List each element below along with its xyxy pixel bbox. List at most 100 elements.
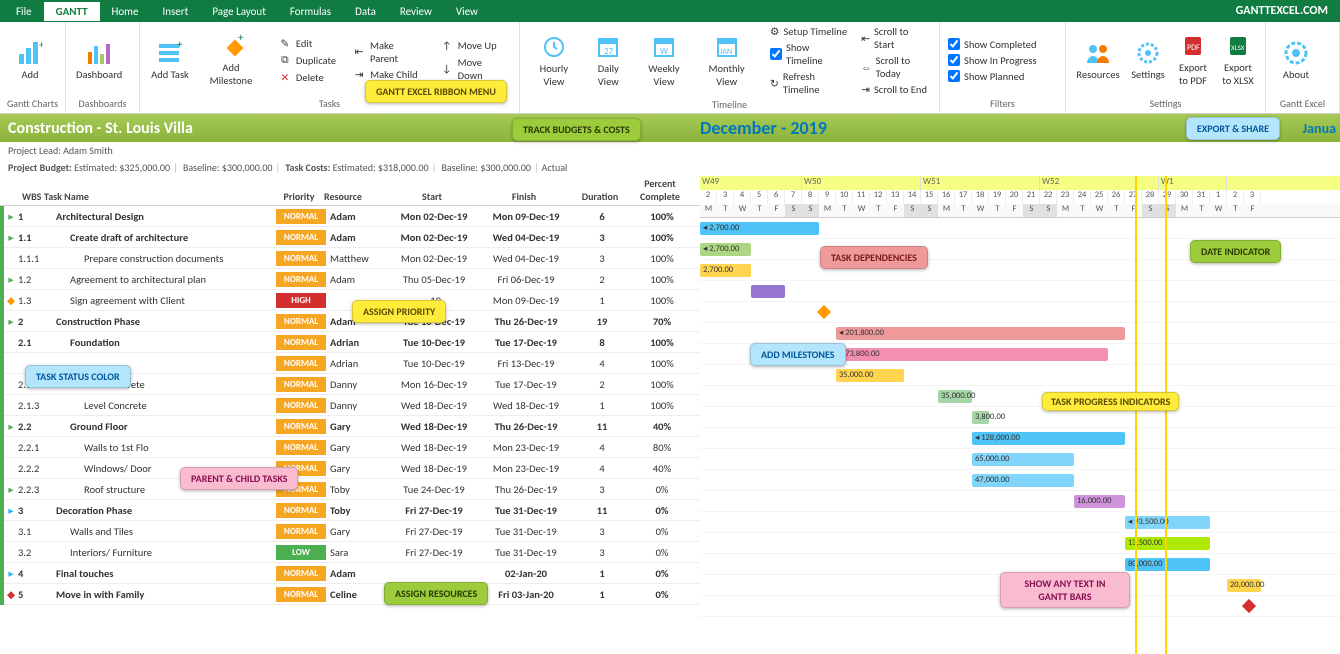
gantt-row: 16,000.00 xyxy=(700,491,1340,512)
menu-tab-file[interactable]: File xyxy=(4,2,44,21)
milestone-diamond[interactable] xyxy=(1242,599,1256,613)
make-parent-button[interactable]: ⇤Make Parent xyxy=(348,38,428,66)
scroll-today-button[interactable]: ⇔Scroll to Today xyxy=(859,53,933,81)
row-marker: ▸ xyxy=(4,210,18,223)
move-up-button[interactable]: ↑Move Up xyxy=(436,38,513,54)
svg-text:+: + xyxy=(177,40,183,51)
task-row[interactable]: ▸ 2.2.3 Roof structure NORMAL Toby Tue 2… xyxy=(0,479,700,500)
priority-badge: NORMAL xyxy=(276,335,326,350)
add-chart-button[interactable]: +Add xyxy=(6,24,54,96)
task-row[interactable]: ▸ 1.2 Agreement to architectural plan NO… xyxy=(0,269,700,290)
settings-button[interactable]: Settings xyxy=(1126,24,1170,96)
add-task-button[interactable]: +Add Task xyxy=(146,24,194,96)
gantt-bar[interactable]: 20,000.00 xyxy=(1227,579,1261,592)
task-row[interactable]: ◆ 1.3 Sign agreement with Client HIGH -1… xyxy=(0,290,700,311)
gantt-bar[interactable]: 35,000.00 xyxy=(836,369,904,382)
svg-text:W: W xyxy=(660,46,668,57)
export-pdf-button[interactable]: PDFExport to PDF xyxy=(1172,24,1214,96)
arrow-down-icon: ↓ xyxy=(440,62,454,76)
pencil-icon: ✎ xyxy=(278,36,292,50)
gantt-bar[interactable]: 13,500.00 xyxy=(1125,537,1210,550)
task-row[interactable]: 3.2 Interiors/ Furniture LOW Sara Fri 27… xyxy=(0,542,700,563)
task-row[interactable]: ▸ 1 Architectural Design NORMAL Adam Mon… xyxy=(0,206,700,227)
gantt-bar[interactable]: 2,700.00 xyxy=(700,264,751,277)
monthly-view-button[interactable]: JANMonthly View xyxy=(695,24,758,97)
callout-resources: ASSIGN RESOURCES xyxy=(384,582,488,605)
menu-tab-gantt[interactable]: GANTT xyxy=(44,2,100,21)
priority-badge: HIGH xyxy=(276,293,326,308)
gantt-bar[interactable]: 3,800.00 xyxy=(972,411,989,424)
gantt-bar[interactable]: 80,000.00 xyxy=(1125,558,1210,571)
task-row[interactable]: ▸ 1.1 Create draft of architecture NORMA… xyxy=(0,227,700,248)
gantt-bar[interactable]: 16,000.00 xyxy=(1074,495,1125,508)
priority-badge: NORMAL xyxy=(276,440,326,455)
gantt-bar[interactable]: ◂ 2,700.00 xyxy=(700,222,819,235)
scroll-end-button[interactable]: ⇥Scroll to End xyxy=(859,82,933,97)
menu-tab-formulas[interactable]: Formulas xyxy=(278,2,343,21)
resources-button[interactable]: Resources xyxy=(1072,24,1124,96)
status-handle xyxy=(0,395,4,416)
svg-text:PDF: PDF xyxy=(1187,43,1200,53)
row-marker: ▸ xyxy=(4,420,18,433)
menu-tab-review[interactable]: Review xyxy=(388,2,444,21)
show-inprogress-check[interactable]: Show In Progress xyxy=(946,53,1039,68)
x-icon: ✕ xyxy=(278,70,292,84)
gantt-bar[interactable]: ◂ 93,500.00 xyxy=(1125,516,1210,529)
gantt-bar[interactable]: 35,000.00 xyxy=(938,390,972,403)
setup-timeline-button[interactable]: ⚙Setup Timeline xyxy=(768,24,849,39)
task-row[interactable]: 2.2.2 Windows/ Door NORMAL Gary Wed 18-D… xyxy=(0,458,700,479)
day-header: 2345678910111213141516171819202122232425… xyxy=(700,190,1340,204)
priority-badge: NORMAL xyxy=(276,230,326,245)
show-timeline-check[interactable]: Show Timeline xyxy=(768,40,849,68)
menu-tab-insert[interactable]: Insert xyxy=(150,2,200,21)
gantt-bar[interactable] xyxy=(751,285,785,298)
ribbon: +Add Gantt Charts Dashboard Dashboards +… xyxy=(0,22,1340,114)
gantt-row: 47,000.00 xyxy=(700,470,1340,491)
task-row[interactable]: 2.1.3 Level Concrete NORMAL Danny Wed 18… xyxy=(0,395,700,416)
refresh-timeline-button[interactable]: ↻Refresh Timeline xyxy=(768,69,849,97)
gantt-row xyxy=(700,281,1340,302)
milestone-diamond[interactable] xyxy=(817,305,831,319)
row-marker: ▸ xyxy=(4,273,18,286)
gantt-bar[interactable]: 65,000.00 xyxy=(972,453,1074,466)
gantt-bar[interactable]: ◂ 128,000.00 xyxy=(972,432,1125,445)
menu-tab-page layout[interactable]: Page Layout xyxy=(200,2,278,21)
gantt-row: ◂ 201,800.00 xyxy=(700,323,1340,344)
gantt-row: ◂ 128,000.00 xyxy=(700,428,1340,449)
dashboard-icon xyxy=(85,39,113,67)
gantt-bar[interactable]: ◂ 73,800.00 xyxy=(836,348,1108,361)
add-milestone-button[interactable]: +Add Milestone xyxy=(196,24,266,96)
edit-button[interactable]: ✎Edit xyxy=(274,35,340,51)
dashboard-button[interactable]: Dashboard xyxy=(72,24,126,96)
task-plus-icon: + xyxy=(156,39,184,67)
menu-tab-view[interactable]: View xyxy=(444,2,490,21)
menu-tab-data[interactable]: Data xyxy=(343,2,388,21)
task-row[interactable]: ▸ 3 Decoration Phase NORMAL Toby Fri 27-… xyxy=(0,500,700,521)
daily-view-button[interactable]: 27Daily View xyxy=(584,24,633,97)
delete-button[interactable]: ✕Delete xyxy=(274,69,340,85)
weekly-view-button[interactable]: WWeekly View xyxy=(635,24,693,97)
task-row[interactable]: ▸ 4 Final touches NORMAL Adam 02-Jan-20 … xyxy=(0,563,700,584)
task-row[interactable]: 3.1 Walls and Tiles NORMAL Gary Fri 27-D… xyxy=(0,521,700,542)
task-row[interactable]: ▸ 2.2 Ground Floor NORMAL Gary Wed 18-De… xyxy=(0,416,700,437)
about-button[interactable]: About xyxy=(1272,24,1320,96)
duplicate-button[interactable]: ⧉Duplicate xyxy=(274,52,340,68)
task-row[interactable]: ▸ 2 Construction Phase NORMAL Adam Tue 1… xyxy=(0,311,700,332)
gantt-bar[interactable]: ◂ 201,800.00 xyxy=(836,327,1125,340)
task-row[interactable]: 1.1.1 Prepare construction documents NOR… xyxy=(0,248,700,269)
hourly-view-button[interactable]: Hourly View xyxy=(526,24,582,97)
show-completed-check[interactable]: Show Completed xyxy=(946,37,1039,52)
show-planned-check[interactable]: Show Planned xyxy=(946,69,1039,84)
scroll-start-button[interactable]: ⇤Scroll to Start xyxy=(859,24,933,52)
menu-tab-home[interactable]: Home xyxy=(100,2,151,21)
gantt-bar[interactable]: ◂ 2,700.00 xyxy=(700,243,751,256)
gantt-bar[interactable]: 47,000.00 xyxy=(972,474,1074,487)
export-xlsx-button[interactable]: XLSXExport to XLSX xyxy=(1216,24,1260,96)
priority-badge: NORMAL xyxy=(276,251,326,266)
task-row[interactable]: ◆ 5 Move in with Family NORMAL Celine Fr… xyxy=(0,584,700,605)
svg-text:27: 27 xyxy=(604,46,614,57)
task-row[interactable]: 2.2.1 Walls to 1st Flo NORMAL Gary Wed 1… xyxy=(0,437,700,458)
move-down-button[interactable]: ↓Move Down xyxy=(436,55,513,83)
task-row[interactable]: 2.1 Foundation NORMAL Adrian Tue 10-Dec-… xyxy=(0,332,700,353)
callout-budgets: TRACK BUDGETS & COSTS xyxy=(512,118,641,141)
